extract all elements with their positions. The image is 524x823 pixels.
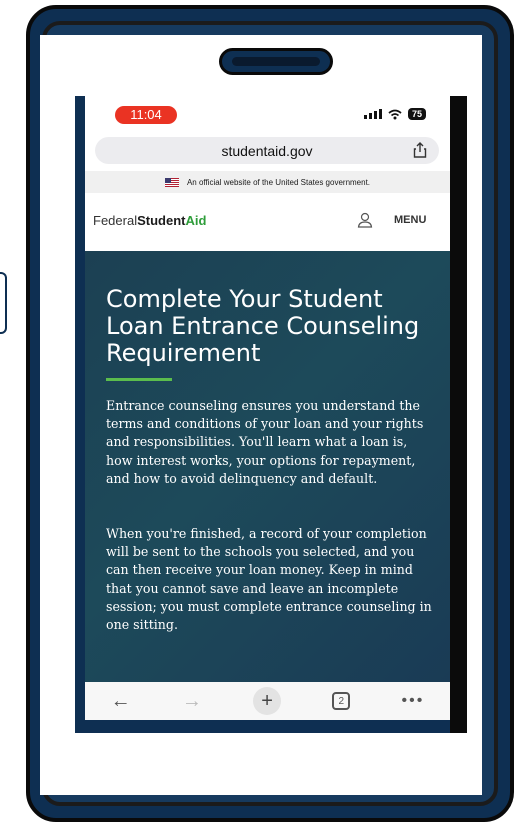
menu-button[interactable]: MENU (394, 214, 426, 226)
plus-icon[interactable]: + (253, 687, 282, 715)
hero-section: Complete Your Student Loan Entrance Coun… (85, 251, 450, 682)
screenshot-shadow (450, 96, 467, 733)
battery-icon: 75 (407, 108, 426, 120)
completion-paragraph: When you're finished, a record of your c… (106, 526, 432, 633)
url-text: studentaid.gov (221, 143, 313, 159)
back-arrow-icon[interactable]: ← (111, 690, 131, 713)
intro-paragraph: Entrance counseling ensures you understa… (106, 398, 424, 486)
browser-screenshot: 11:04 75 studentaid.gov An official webs… (85, 96, 450, 720)
signal-icon (363, 109, 382, 119)
phone-speaker (219, 48, 333, 75)
status-time: 11:04 (115, 106, 177, 124)
forward-arrow-icon[interactable]: → (182, 690, 202, 713)
side-button (0, 272, 7, 334)
status-bar: 11:04 75 (85, 96, 450, 134)
address-bar[interactable]: studentaid.gov (95, 137, 439, 164)
logo-aid: Aid (185, 213, 207, 228)
wifi-icon (388, 109, 402, 119)
logo-student: Student (137, 213, 186, 228)
share-icon[interactable] (413, 142, 427, 158)
title-underline (106, 378, 172, 381)
logo-federal: Federal (93, 213, 138, 228)
status-indicators: 75 (363, 108, 426, 120)
more-icon[interactable]: ••• (402, 692, 425, 710)
site-header: FederalStudentAid MENU (85, 193, 450, 251)
gov-banner-text: An official website of the United States… (186, 177, 371, 187)
tabs-icon[interactable]: 2 (332, 692, 351, 710)
user-icon[interactable] (357, 212, 373, 228)
us-flag-icon (164, 177, 179, 187)
page-title: Complete Your Student Loan Entrance Coun… (106, 285, 420, 367)
gov-banner: An official website of the United States… (85, 171, 450, 193)
browser-toolbar: ← → + 2 ••• (85, 682, 450, 720)
fsa-logo[interactable]: FederalStudentAid (93, 213, 206, 228)
